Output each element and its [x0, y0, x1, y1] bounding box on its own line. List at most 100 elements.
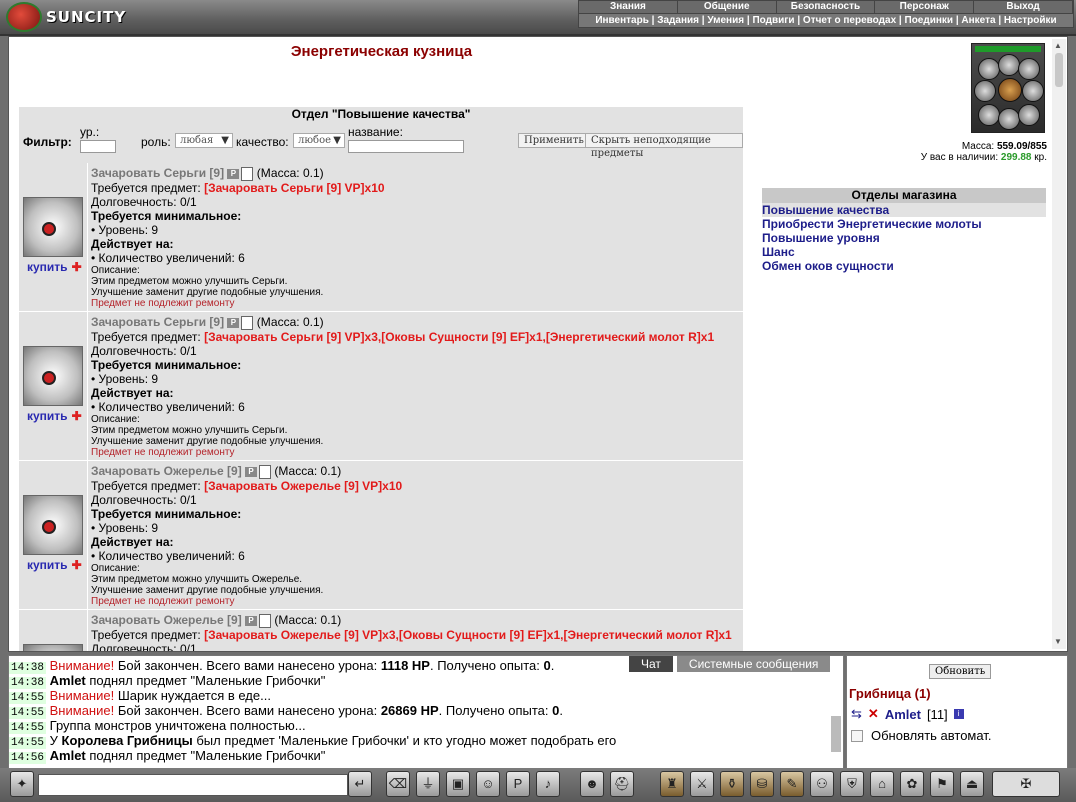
scroll-up-icon[interactable]: ▲ [1054, 41, 1062, 50]
tab-system-messages[interactable]: Системные сообщения [676, 656, 831, 672]
slot-ring-icon[interactable] [998, 54, 1020, 76]
info-icon[interactable]: i [953, 709, 964, 719]
scroll-thumb[interactable] [1055, 53, 1063, 87]
submenu-profile[interactable]: Анкета [961, 15, 995, 26]
player-name[interactable]: Amlet [885, 707, 921, 722]
private-icon[interactable]: P [506, 771, 530, 797]
quality-select-value: любое [298, 135, 332, 146]
refresh-button[interactable]: Обновить [929, 664, 992, 679]
chat-tabs: Чат Системные сообщения [629, 656, 831, 672]
person-icon[interactable]: ☺ [476, 771, 500, 797]
save-icon[interactable]: ▣ [446, 771, 470, 797]
acts-on-value: • Количество увеличений: 6 [91, 399, 245, 414]
center-gem-icon[interactable] [998, 78, 1022, 102]
house-icon[interactable]: ⌂ [870, 771, 894, 797]
potion-icon[interactable]: ⚱ [720, 771, 744, 797]
submenu-transfers[interactable]: Отчет о переводах [803, 15, 896, 26]
logo[interactable]: SUNCITY [6, 2, 126, 32]
exit-icon[interactable]: ⏏ [960, 771, 984, 797]
scroll-item-icon[interactable] [23, 346, 83, 406]
tab-chat[interactable]: Чат [629, 656, 673, 672]
smiley-icon[interactable]: ☻ [580, 771, 604, 797]
scroll-item-icon[interactable] [23, 197, 83, 257]
submenu-inventory[interactable]: Инвентарь [595, 15, 649, 26]
durability: Долговечность: 0/1 [91, 641, 197, 652]
eraser-icon[interactable]: ⌫ [386, 771, 410, 797]
chat-player-name[interactable]: Amlet [50, 673, 86, 688]
description-line: Улучшение заменит другие подобные улучше… [91, 286, 324, 298]
document-icon [241, 315, 254, 330]
submenu-feats[interactable]: Подвиги [752, 15, 794, 26]
chat-mode-icon[interactable]: ✦ [10, 771, 34, 797]
transfer-icon[interactable]: ⇆ [851, 706, 862, 722]
slot-ring-icon[interactable] [974, 80, 996, 102]
menu-knowledge[interactable]: Знания [579, 1, 678, 13]
slot-ring-icon[interactable] [1018, 58, 1040, 80]
name-input[interactable] [348, 140, 464, 153]
quality-select[interactable]: любое ▼ [293, 133, 345, 148]
shop-dept-quality[interactable]: Повышение качества [762, 203, 1046, 217]
sound-icon[interactable]: ♪ [536, 771, 560, 797]
helmet-icon[interactable]: ⛑ [610, 771, 634, 797]
plus-icon: ✚ [71, 260, 82, 274]
chest-icon[interactable]: ⛁ [750, 771, 774, 797]
main-scrollbar[interactable]: ▲ ▼ [1052, 39, 1066, 649]
chat-text: был предмет 'Маленькие Грибочки' и кто у… [192, 733, 617, 748]
menu-character[interactable]: Персонаж [875, 1, 975, 13]
hide-unsuitable-button[interactable]: Скрыть неподходящие предметы [585, 133, 743, 159]
buy-button[interactable]: купить ✚ [27, 558, 82, 572]
chat-text: Бой закончен. Всего вами нанесено урона: [114, 703, 381, 718]
slot-ring-icon[interactable] [998, 108, 1020, 130]
item-name[interactable]: Зачаровать Серьги [9] [91, 166, 224, 180]
chat-input[interactable] [38, 774, 348, 796]
chat-player-name[interactable]: Королева Грибницы [62, 733, 193, 748]
role-select[interactable]: любая ▼ [175, 133, 233, 148]
level-input[interactable] [80, 140, 116, 153]
document-icon [259, 613, 272, 628]
buy-button[interactable]: купить ✚ [27, 409, 82, 423]
location-title: Грибница (1) [849, 686, 931, 701]
apply-button[interactable]: Применить [518, 133, 590, 148]
submenu-duels[interactable]: Поединки [905, 15, 954, 26]
item-name[interactable]: Зачаровать Ожерелье [9] [91, 464, 242, 478]
shop-item: купить ✚ Зачаровать Ожерелье [9] P (Масса… [19, 461, 743, 610]
menu-communication[interactable]: Общение [678, 1, 777, 13]
description-line: Этим предметом можно улучшить Серьги. [91, 424, 288, 436]
item-name[interactable]: Зачаровать Серьги [9] [91, 315, 224, 329]
flag-icon[interactable]: ⚑ [930, 771, 954, 797]
shop-dept-chance[interactable]: Шанс [762, 245, 1046, 259]
dagger-icon[interactable]: ⚔ [690, 771, 714, 797]
gift-icon[interactable]: ✿ [900, 771, 924, 797]
submenu-settings[interactable]: Настройки [1004, 15, 1057, 26]
send-icon[interactable]: ↵ [348, 771, 372, 797]
item-name[interactable]: Зачаровать Ожерелье [9] [91, 613, 242, 627]
scroll-item-icon[interactable] [23, 495, 83, 555]
equipment-panel[interactable] [971, 43, 1045, 133]
slot-ring-icon[interactable] [978, 58, 1000, 80]
chat-player-name[interactable]: Amlet [50, 748, 86, 763]
hooded-figure-icon[interactable]: ♜ [660, 771, 684, 797]
menu-exit[interactable]: Выход [974, 1, 1073, 13]
submenu-tasks[interactable]: Задания [657, 15, 699, 26]
buy-label: купить [27, 409, 68, 423]
submenu-skills[interactable]: Умения [707, 15, 744, 26]
slot-ring-icon[interactable] [1022, 80, 1044, 102]
slot-ring-icon[interactable] [978, 104, 1000, 126]
chat-scroll-thumb[interactable] [831, 716, 841, 752]
filter-icon[interactable]: ⏚ [416, 771, 440, 797]
scroll-item-icon[interactable] [23, 644, 83, 651]
buy-button[interactable]: купить ✚ [27, 260, 82, 274]
people-icon[interactable]: ⚇ [810, 771, 834, 797]
shop-dept-level[interactable]: Повышение уровня [762, 231, 1046, 245]
shop-dept-hammers[interactable]: Приобрести Энергетические молоты [762, 217, 1046, 231]
scroll-down-icon[interactable]: ▼ [1054, 637, 1062, 646]
puzzle-icon[interactable]: ✠ [992, 771, 1060, 797]
shop-dept-exchange[interactable]: Обмен оков сущности [762, 259, 1046, 273]
repair-note: Предмет не подлежит ремонту [91, 595, 235, 607]
durability: Долговечность: 0/1 [91, 194, 197, 209]
slot-ring-icon[interactable] [1018, 104, 1040, 126]
auto-refresh-checkbox[interactable] [851, 729, 863, 742]
armor-icon[interactable]: ⛨ [840, 771, 864, 797]
scroll-icon[interactable]: ✎ [780, 771, 804, 797]
menu-security[interactable]: Безопасность [777, 1, 876, 13]
